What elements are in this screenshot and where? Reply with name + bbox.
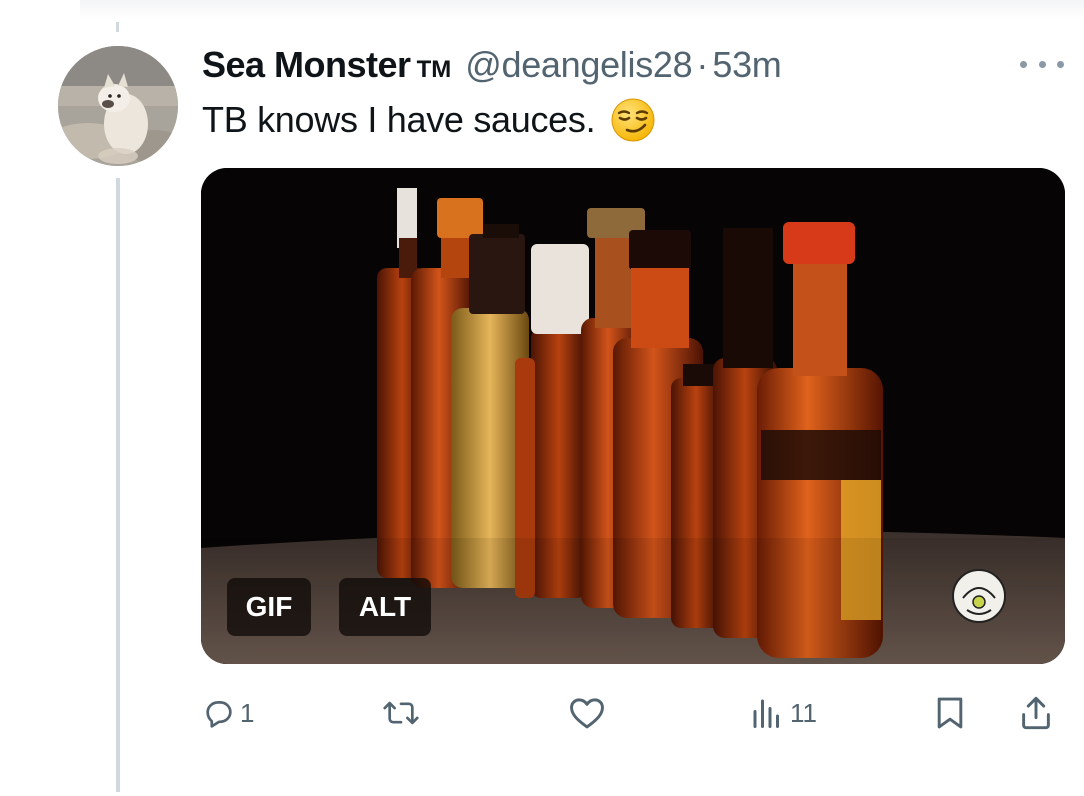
reply-icon xyxy=(206,701,232,728)
more-dots-icon xyxy=(1038,60,1046,68)
gif-badge[interactable]: GIF xyxy=(227,578,311,636)
display-name[interactable]: Sea Monster xyxy=(202,44,411,86)
separator-dot: · xyxy=(696,44,709,85)
smirking-face-icon xyxy=(611,98,655,142)
name-suffix: TM xyxy=(416,56,452,83)
share-button[interactable] xyxy=(1020,688,1052,738)
views-button[interactable]: 11 xyxy=(752,688,817,738)
more-options-button[interactable] xyxy=(1020,54,1064,74)
share-icon xyxy=(1022,696,1050,730)
reply-button[interactable]: 1 xyxy=(202,688,254,738)
tweet-text: TB knows I have sauces. xyxy=(202,96,657,144)
like-button[interactable] xyxy=(568,688,610,738)
reply-count: 1 xyxy=(240,697,255,728)
heart-icon xyxy=(570,698,604,729)
timestamp[interactable]: 53m xyxy=(712,44,781,86)
retweet-button[interactable] xyxy=(382,688,424,738)
avatar-dog-photo xyxy=(58,46,178,166)
views-count: 11 xyxy=(790,697,817,728)
retweet-icon xyxy=(383,701,419,725)
tweet-page: Sea Monster TM @deangelis28 · 53m TB kno… xyxy=(0,0,1084,796)
watermark-logo xyxy=(952,569,1006,623)
user-handle[interactable]: @deangelis28 xyxy=(465,44,692,86)
action-bar: 1 11 xyxy=(200,688,1070,738)
more-dots-icon xyxy=(1057,60,1064,68)
bookmark-button[interactable] xyxy=(934,688,966,738)
thread-line-top xyxy=(116,22,119,32)
avatar[interactable] xyxy=(58,46,178,166)
tweet-header: Sea Monster TM @deangelis28 · 53m xyxy=(202,44,782,88)
previous-tweet-edge xyxy=(80,0,1084,20)
tweet-text-content: TB knows I have sauces. xyxy=(202,99,596,140)
hot-sauce-bottles-image xyxy=(201,168,1065,664)
thread-line xyxy=(116,178,120,792)
bookmark-icon xyxy=(937,697,963,729)
views-chart-icon xyxy=(753,699,779,728)
more-dots-icon xyxy=(1020,60,1027,68)
media-gif[interactable]: GIF ALT xyxy=(201,168,1065,664)
alt-text-badge[interactable]: ALT xyxy=(339,578,431,636)
